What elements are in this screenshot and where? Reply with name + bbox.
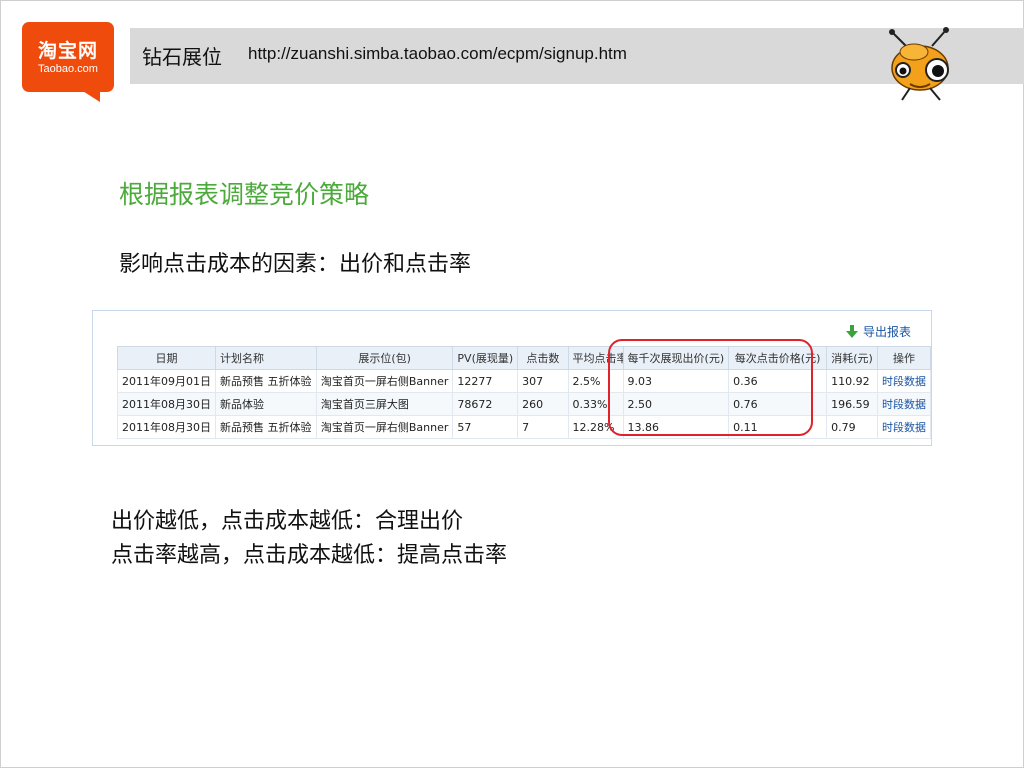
cell-plan: 新品体验 [215,392,317,416]
header-url[interactable]: http://zuanshi.simba.taobao.com/ecpm/sig… [248,44,627,64]
cell-placement: 淘宝首页一屏右侧Banner [315,369,454,393]
column-header-cost[interactable]: 消耗(元) [826,346,878,370]
export-report-button[interactable]: 导出报表 [845,323,911,340]
column-header-date[interactable]: 日期 [117,346,216,370]
cell-clicks: 260 [517,392,569,416]
download-arrow-icon [845,324,858,338]
highlight-box [608,339,813,436]
column-header-pv[interactable]: PV(展现量) [452,346,519,370]
cell-placement: 淘宝首页三屏大图 [315,392,454,416]
header-title: 钻石展位 [142,45,222,69]
cell-date: 2011年08月30日 [117,415,216,439]
logo-text-en: Taobao.com [38,63,98,75]
conclusion-line-ctr: 点击率越高，点击成本越低：提高点击率 [111,543,508,568]
slide-subheading: 影响点击成本的因素：出价和点击率 [119,252,472,277]
time-data-link[interactable]: 时段数据 [876,369,932,393]
cell-plan: 新品预售 五折体验 [215,415,317,439]
cell-pv: 78672 [452,392,519,416]
logo-tail [78,88,100,102]
cell-pv: 12277 [452,369,519,393]
conclusion-text: 出价越低，点击成本越低：合理出价 点击率越高，点击成本越低：提高点击率 [111,505,507,573]
cell-plan: 新品预售 五折体验 [215,369,317,393]
logo-text-cn: 淘宝网 [37,40,98,62]
conclusion-line-bid: 出价越低，点击成本越低：合理出价 [111,509,464,534]
time-data-link[interactable]: 时段数据 [876,415,932,439]
column-header-clicks[interactable]: 点击数 [517,346,569,370]
column-header-placement[interactable]: 展示位(包) [315,346,454,370]
taobao-logo[interactable]: 淘宝网 Taobao.com [22,22,114,102]
cell-pv: 57 [452,415,519,439]
cell-cost: 110.92 [826,369,878,393]
cell-cost: 196.59 [826,392,878,416]
export-report-label: 导出报表 [862,325,911,339]
cell-cost: 0.79 [826,415,878,439]
time-data-link[interactable]: 时段数据 [876,392,932,416]
ant-mascot-icon [889,27,949,101]
cell-clicks: 7 [517,415,569,439]
cell-date: 2011年08月30日 [117,392,216,416]
slide-heading: 根据报表调整竞价策略 [119,180,370,209]
column-header-action: 操作 [876,346,932,370]
column-header-plan[interactable]: 计划名称 [215,346,317,370]
cell-placement: 淘宝首页一屏右侧Banner [315,415,454,439]
cell-clicks: 307 [517,369,569,393]
cell-date: 2011年09月01日 [117,369,216,393]
